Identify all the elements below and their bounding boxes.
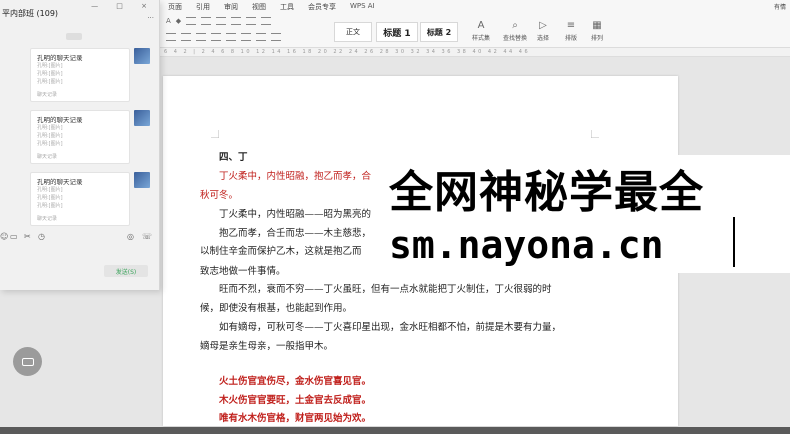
font-color-icon[interactable]: A: [166, 17, 171, 25]
outdent-icon[interactable]: [231, 17, 242, 25]
doc-line: 唯有水木伤官格，财官两见始为欢。: [219, 413, 372, 424]
app-window: 页面 引用 审阅 视图 工具 会员专享 WPS AI A ◆ 正文 标题 1 标…: [0, 0, 790, 434]
justify-icon[interactable]: [211, 33, 221, 41]
bullet-list-icon[interactable]: [186, 17, 197, 25]
avatar[interactable]: [134, 48, 150, 64]
chat-window: 平内部班 (109) — □ × ... 孔明的聊天记录 孔明:[图片] 孔明:…: [0, 0, 160, 290]
menu-item-page[interactable]: 页面: [160, 0, 188, 13]
indent-icon[interactable]: [216, 17, 227, 25]
style-set-button[interactable]: A 样式集: [464, 20, 498, 42]
floating-screen-record-button[interactable]: [13, 347, 42, 376]
send-button[interactable]: 发送(S): [104, 265, 148, 277]
align-right-icon[interactable]: [196, 33, 206, 41]
video-call-icon[interactable]: ☏: [142, 232, 152, 241]
crop-mark-top-right: [591, 130, 599, 138]
emoji-icon[interactable]: ☺: [0, 232, 8, 241]
doc-line: 火土伤官宜伤尽，金水伤官喜见官。: [219, 376, 372, 387]
chat-title: 平内部班 (109): [2, 9, 59, 18]
line-spacing-icon[interactable]: [241, 33, 251, 41]
screenshot-icon[interactable]: ✂: [24, 232, 31, 241]
highlight-icon[interactable]: ◆: [176, 17, 181, 25]
more-icon[interactable]: ...: [147, 12, 154, 20]
window-controls[interactable]: — □ ×: [91, 2, 155, 10]
avatar[interactable]: [134, 110, 150, 126]
camera-icon: [21, 357, 34, 366]
user-account[interactable]: 有情: [774, 2, 786, 11]
history-icon[interactable]: ◷: [38, 232, 45, 241]
crop-mark-top-left: [211, 130, 219, 138]
menu-item-review[interactable]: 审阅: [216, 0, 244, 13]
chat-input-toolbar: ☺ ▭ ✂ ◷ ◎ ☏: [0, 232, 160, 244]
style-normal[interactable]: 正文: [334, 22, 372, 42]
status-bar: [0, 427, 790, 434]
voice-call-icon[interactable]: ◎: [127, 232, 134, 241]
watermark-text: 全网神秘学最全: [389, 167, 704, 218]
doc-line: 候，即使没有根基，也能起到作用。: [200, 303, 353, 314]
menu-item-view[interactable]: 视图: [244, 0, 272, 13]
arrange-icon: ▦: [592, 20, 602, 31]
doc-line: 如有嫡母，可秋可冬——丁火喜印星出现，金水旺相都不怕，前提是木要有力量，: [219, 322, 562, 333]
doc-line: 旺而不烈，衰而不穷——丁火虽旺，但有一点水就能把丁火制住，丁火很弱的时: [219, 284, 552, 295]
style-set-icon: A: [477, 20, 485, 31]
ruler-ticks: 6 4 2 | 2 4 6 8 10 12 14 16 18 20 22 24 …: [164, 49, 531, 55]
chat-record-card[interactable]: 孔明的聊天记录 孔明:[图片] 孔明:[图片] 孔明:[图片] 聊天记录: [30, 48, 130, 102]
menu-item-wps-ai[interactable]: WPS AI: [342, 0, 381, 13]
border-icon[interactable]: [271, 33, 281, 41]
font-format-group: A ◆: [166, 17, 272, 25]
chat-record-card[interactable]: 孔明的聊天记录 孔明:[图片] 孔明:[图片] 孔明:[图片] 聊天记录: [30, 172, 130, 226]
align-center-icon[interactable]: [181, 33, 191, 41]
shading-icon[interactable]: [256, 33, 266, 41]
align-left-icon[interactable]: [166, 33, 176, 41]
arrange-button[interactable]: ▦ 排列: [580, 20, 614, 42]
show-marks-icon[interactable]: [261, 17, 272, 25]
doc-line: 嫡母是亲生母亲，一般指甲木。: [200, 341, 334, 352]
doc-line: 木火伤官官要旺，土金官去反成官。: [219, 395, 372, 406]
menu-item-references[interactable]: 引用: [188, 0, 216, 13]
menu-bar: 页面 引用 审阅 视图 工具 会员专享 WPS AI: [160, 0, 381, 13]
paragraph-group: [166, 33, 281, 41]
distribute-icon[interactable]: [226, 33, 236, 41]
menu-item-tools[interactable]: 工具: [272, 0, 300, 13]
watermark-url: sm.nayona.cn: [389, 223, 664, 267]
numbered-list-icon[interactable]: [201, 17, 212, 25]
sort-icon[interactable]: [246, 17, 257, 25]
timestamp-divider: [66, 33, 82, 40]
avatar[interactable]: [134, 172, 150, 188]
horizontal-ruler[interactable]: 6 4 2 | 2 4 6 8 10 12 14 16 18 20 22 24 …: [160, 48, 790, 57]
menu-item-member[interactable]: 会员专享: [300, 0, 342, 13]
chat-record-card[interactable]: 孔明的聊天记录 孔明:[图片] 孔明:[图片] 孔明:[图片] 聊天记录: [30, 110, 130, 164]
style-heading-1[interactable]: 标题 1: [376, 22, 418, 42]
style-heading-2[interactable]: 标题 2: [420, 22, 458, 42]
folder-icon[interactable]: ▭: [10, 232, 18, 241]
text-cursor: [733, 217, 735, 267]
